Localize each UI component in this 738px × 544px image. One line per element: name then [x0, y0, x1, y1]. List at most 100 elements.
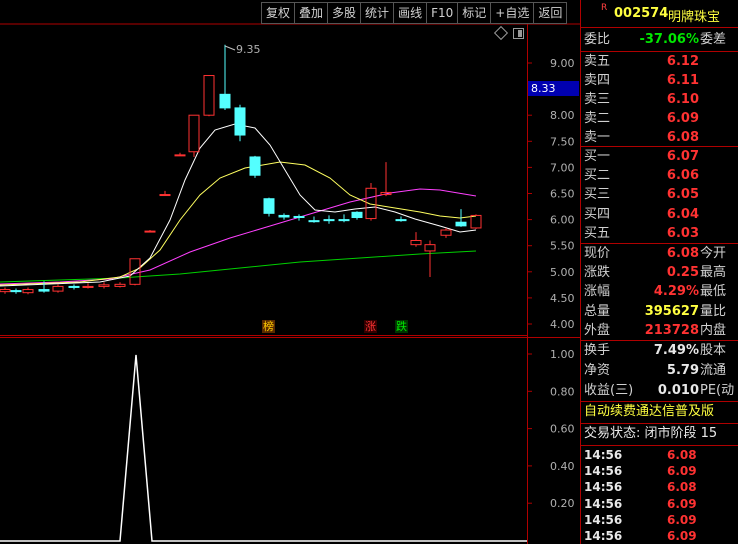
candle	[249, 155, 261, 178]
event-marker-bang[interactable]: 榜	[262, 320, 275, 333]
indicator-tick-label: 1.00	[550, 348, 575, 361]
tick-row: 14:56 6.09	[581, 527, 738, 544]
candle	[10, 288, 22, 294]
stock-title-bar: R 002574 明牌珠宝	[581, 0, 738, 28]
quote-row-value: 6.11	[666, 73, 699, 88]
candle	[410, 232, 422, 247]
candle	[174, 152, 186, 157]
tick-price: 6.09	[667, 529, 697, 543]
quote-row-label: 现价	[584, 246, 611, 261]
candle	[188, 114, 200, 157]
candle	[293, 214, 305, 221]
add-watchlist-button[interactable]: +自选	[490, 2, 535, 24]
quote-row: 卖四 6.11	[581, 71, 738, 91]
quote-row-label2: 最高	[700, 265, 727, 281]
quote-row-label2: PE(动	[700, 383, 735, 398]
high-label-leader	[224, 45, 236, 51]
quote-row-label: 卖四	[584, 73, 611, 88]
f10-button[interactable]: F10	[426, 2, 459, 24]
quote-row-label: 卖五	[584, 54, 611, 69]
kline-chart[interactable]: 9.008.508.007.507.006.506.005.505.004.50…	[0, 0, 580, 544]
quote-row: 买三 6.05	[581, 185, 738, 205]
candle	[68, 284, 80, 290]
quote-row-value: 0.25	[666, 265, 699, 281]
candle	[98, 282, 110, 289]
window-toggle-icon[interactable]	[513, 28, 524, 39]
stock-code[interactable]: 002574	[614, 6, 668, 21]
quote-row-label: 卖一	[584, 130, 611, 145]
quote-row-label2: 内盘	[700, 322, 727, 338]
multi-stock-button[interactable]: 多股	[327, 2, 362, 24]
ma20-line	[0, 188, 477, 285]
indicator-line	[0, 354, 527, 542]
quote-row-value: 213728	[644, 322, 699, 338]
quote-row-value: 6.09	[666, 111, 699, 126]
price-axis: 9.008.508.007.507.006.506.005.505.004.50…	[527, 57, 575, 331]
quote-panel: R 002574 明牌珠宝 委比 -37.06% 委差 卖五 6.12 卖四 6.11…	[580, 0, 738, 544]
quote-row-label2: 量比	[700, 303, 727, 319]
quote-row-label: 涨幅	[584, 284, 611, 300]
quote-row-value: 6.07	[666, 149, 699, 164]
back-button[interactable]: 返回	[533, 2, 568, 24]
quote-row: 涨幅 4.29% 最低	[581, 282, 738, 302]
price-tick-label: 6.00	[550, 214, 575, 227]
ma60-line	[0, 250, 477, 283]
quote-row: 收益(三) 0.010 PE(动	[581, 381, 738, 401]
price-tick-label: 4.00	[550, 318, 575, 331]
quote-row: 卖三 6.10	[581, 90, 738, 110]
quote-row-value: 6.06	[666, 168, 699, 184]
statistics-button[interactable]: 统计	[360, 2, 395, 24]
indicator-axis: 1.00 0.80 0.60 0.40 0.20	[527, 348, 575, 510]
quote-row-value: 6.08	[666, 246, 699, 261]
price-tick-label: 8.00	[550, 109, 575, 122]
quote-row-label: 买二	[584, 168, 611, 184]
indicator-tick-label: 0.60	[550, 423, 575, 436]
quote-row-label2: 今开	[700, 246, 727, 261]
quote-row-value: 6.05	[666, 187, 699, 203]
candle	[234, 104, 246, 142]
candle	[278, 213, 290, 220]
candle	[308, 216, 320, 223]
weibi-value: -37.06%	[639, 32, 699, 47]
quote-row: 总量 395627 量比	[581, 302, 738, 322]
fuquan-button[interactable]: 复权	[261, 2, 296, 24]
weicha-label: 委差	[700, 32, 727, 47]
quote-row: 卖五 6.12	[581, 52, 738, 72]
quote-row-label: 买三	[584, 187, 611, 203]
mark-button[interactable]: 标记	[457, 2, 492, 24]
stock-chart-window: 9.008.508.007.507.006.506.005.505.004.50…	[0, 0, 738, 544]
candle	[380, 162, 392, 197]
overlay-button[interactable]: 叠加	[294, 2, 329, 24]
quote-row: 卖一 6.08	[581, 128, 738, 148]
quote-row: 买五 6.03	[581, 224, 738, 244]
quote-row-value: 6.04	[666, 206, 699, 222]
trade-status: 交易状态: 闭市阶段 15	[584, 426, 718, 441]
quote-row-label: 卖二	[584, 111, 611, 126]
price-tick-label: 6.50	[550, 188, 575, 201]
ma10-line	[0, 161, 477, 286]
stock-name[interactable]: 明牌珠宝	[668, 6, 720, 25]
quote-row-value: 0.010	[657, 383, 699, 398]
quote-row: 卖二 6.09	[581, 109, 738, 129]
quote-row-value: 6.08	[666, 130, 699, 145]
weibi-label: 委比	[584, 32, 611, 47]
quote-row-value: 5.79	[666, 363, 699, 378]
quote-row-label: 买五	[584, 225, 611, 241]
moving-average-lines	[0, 123, 477, 287]
quote-row-value: 6.10	[666, 92, 699, 107]
indicator-tick-label: 0.80	[550, 385, 575, 398]
event-marker-zhang[interactable]: 涨	[364, 320, 377, 333]
notice-text[interactable]: 自动续费通达信普及版	[584, 402, 714, 422]
quote-row-value: 6.12	[666, 54, 699, 69]
candle	[0, 287, 11, 294]
draw-line-button[interactable]: 画线	[393, 2, 428, 24]
quote-row: 外盘 213728 内盘	[581, 321, 738, 341]
price-tick-label: 4.50	[550, 292, 575, 305]
weibi-row: 委比 -37.06% 委差	[581, 30, 738, 50]
event-marker-die[interactable]: 跌	[395, 320, 408, 333]
quote-row-value: 395627	[644, 303, 699, 319]
candle	[263, 197, 275, 217]
quote-row-label: 换手	[584, 343, 611, 358]
price-tick-label: 5.00	[550, 266, 575, 279]
quote-row: 涨跌 0.25 最高	[581, 263, 738, 283]
